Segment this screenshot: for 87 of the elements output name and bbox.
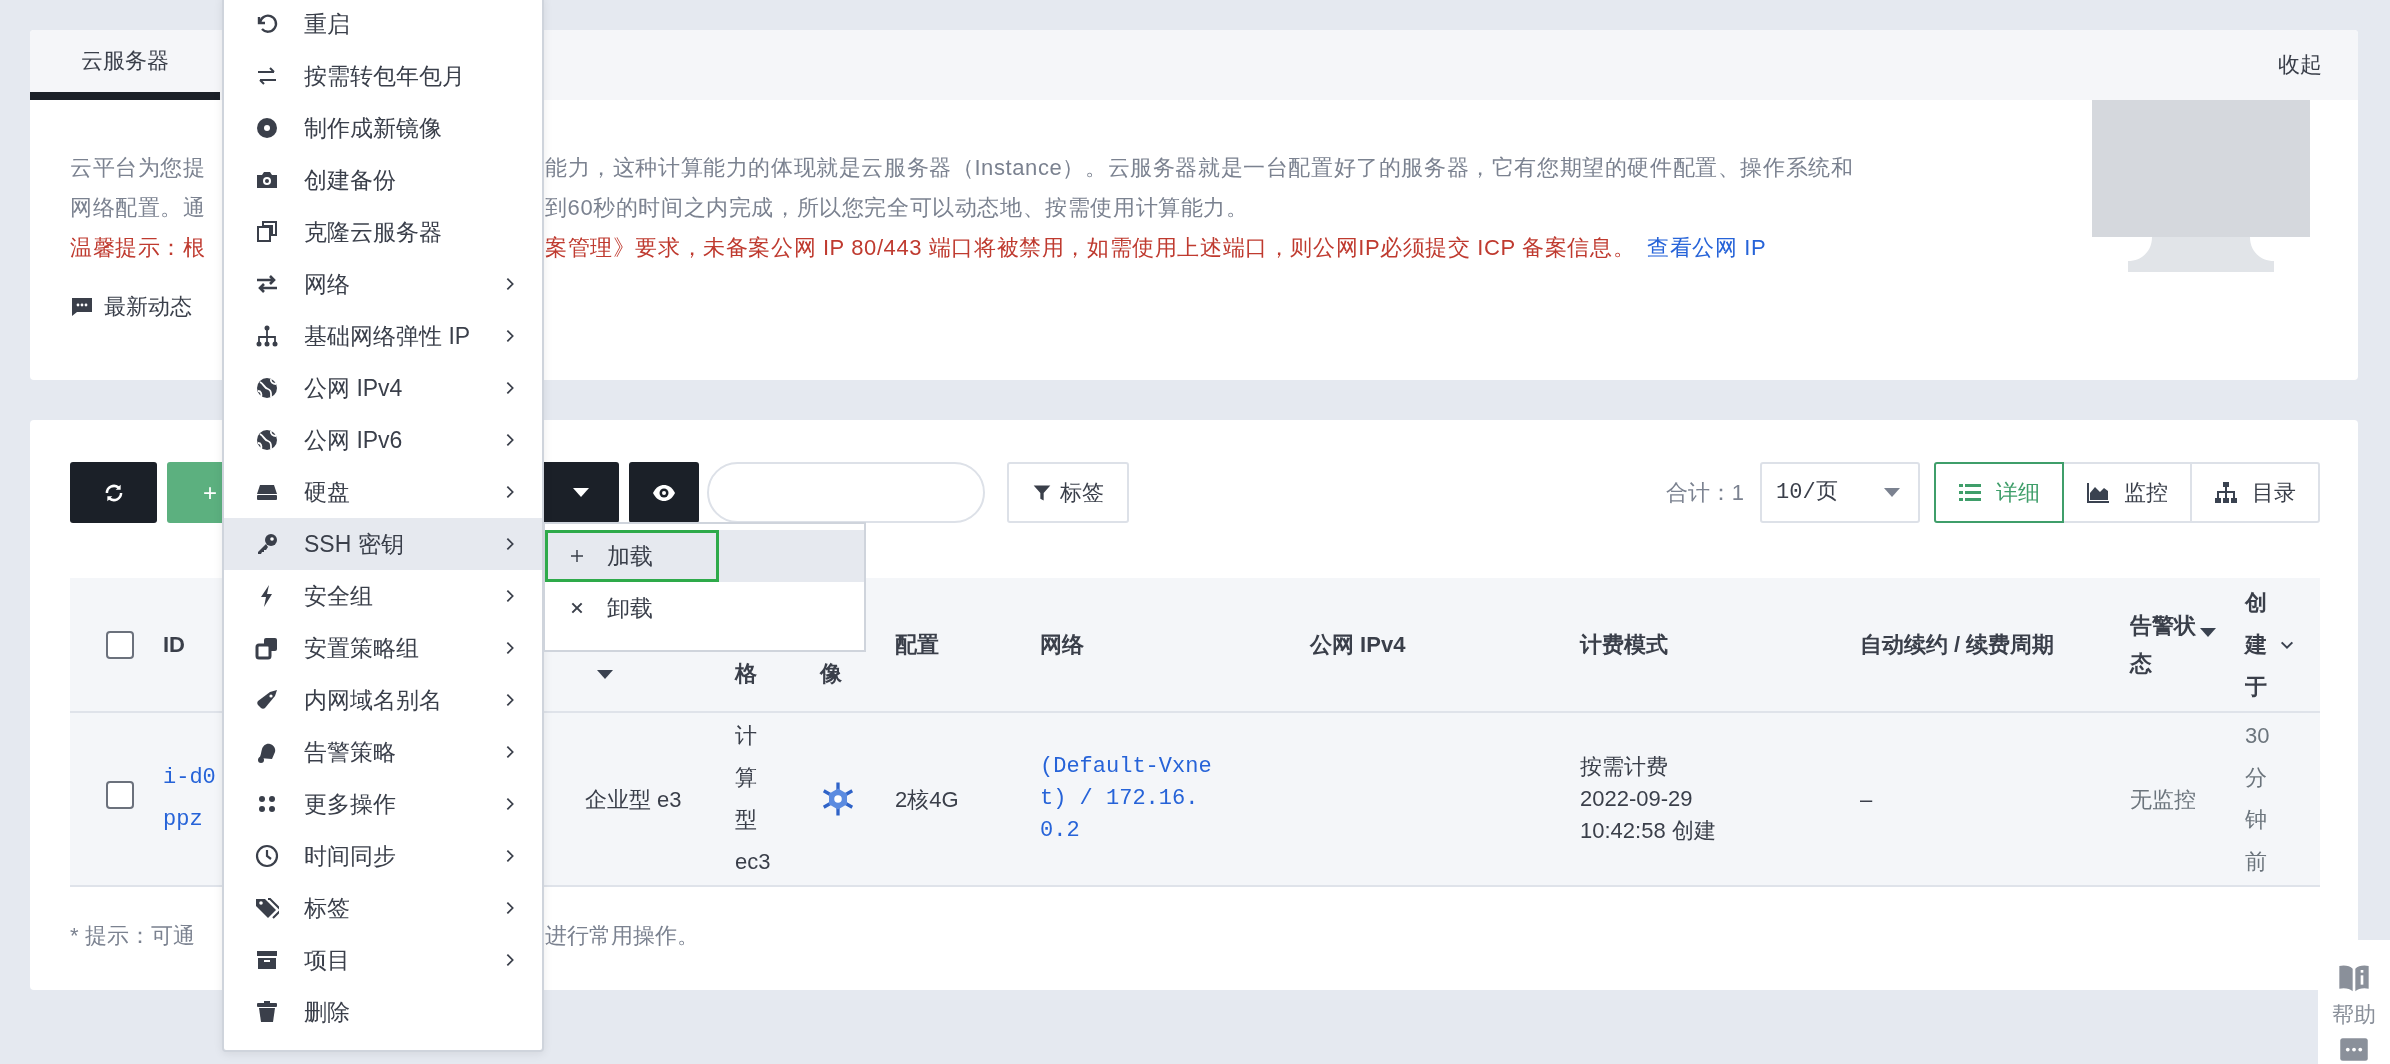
- caret-icon: [1884, 488, 1900, 497]
- copy-icon: [255, 220, 279, 244]
- menu-item[interactable]: 制作成新镜像: [224, 102, 542, 154]
- column-header: 格: [735, 660, 757, 688]
- refresh-icon: [255, 12, 279, 36]
- tag-filter-button[interactable]: 标签: [1007, 462, 1129, 523]
- table-cell-text: 2022-09-29 10:42:58 创建: [1580, 785, 1717, 845]
- column-header: 像: [820, 660, 842, 688]
- intro-text: 到60秒的时间之内完成，所以您完全可以动态地、按需使用计算能力。: [545, 195, 1249, 220]
- menu-item[interactable]: 按需转包年包月: [224, 50, 542, 102]
- column-header: 告警状态: [2130, 611, 2197, 678]
- menu-item[interactable]: 告警策略: [224, 726, 542, 778]
- chat-icon[interactable]: [2339, 1037, 2369, 1064]
- news-link[interactable]: 最新动态: [70, 290, 192, 323]
- menu-item[interactable]: 删除: [224, 986, 542, 1038]
- trash-icon: [255, 1000, 279, 1024]
- menu-item[interactable]: 创建备份: [224, 154, 542, 206]
- clock-icon: [255, 844, 279, 868]
- submenu-item[interactable]: 加载: [545, 530, 864, 582]
- key-icon: [255, 532, 279, 556]
- close-icon: [569, 600, 585, 616]
- table-cell: 2核4G: [895, 786, 959, 812]
- column-header: 公网 IPv4: [1310, 631, 1406, 659]
- table-cell: 企业型 e3: [585, 786, 682, 812]
- globe-icon: [255, 428, 279, 452]
- collapse-link[interactable]: 收起: [2278, 30, 2358, 100]
- hint-text: * 提示：可通: [70, 922, 196, 950]
- sort-caret-icon[interactable]: [597, 670, 613, 679]
- menu-item[interactable]: 公网 IPv4: [224, 362, 542, 414]
- archive-icon: [255, 948, 279, 972]
- tag-icon: [255, 688, 279, 712]
- column-header: 配置: [895, 631, 939, 659]
- warning-text: 案管理》要求，未备案公网 IP 80/443 端口将被禁用，如需使用上述端口，则公网IP必须提交 ICP 备案信息。: [545, 235, 1636, 260]
- menu-item[interactable]: 克隆云服务器: [224, 206, 542, 258]
- table-cell: –: [1860, 786, 1873, 812]
- intro-text: 网络配置。通: [70, 194, 207, 222]
- globe-icon: [255, 376, 279, 400]
- menu-item[interactable]: 网络: [224, 258, 542, 310]
- sitemap-icon: [255, 324, 279, 348]
- plus-icon: [569, 548, 585, 564]
- table-cell-text: 计算型ec3: [735, 722, 772, 876]
- menu-item[interactable]: 基础网络弹性 IP: [224, 310, 542, 362]
- menu-item[interactable]: 时间同步: [224, 830, 542, 882]
- menu-item[interactable]: 标签: [224, 882, 542, 934]
- table-cell-text: 按需计费: [1580, 753, 1669, 781]
- page-size-select[interactable]: 10/页: [1760, 462, 1920, 523]
- total-count: 合计：1: [1665, 479, 1744, 507]
- caret-icon: [573, 488, 589, 497]
- refresh-icon: [103, 482, 124, 503]
- row-checkbox[interactable]: [106, 780, 134, 809]
- menu-item[interactable]: SSH 密钥: [224, 518, 542, 570]
- eye-button[interactable]: [629, 462, 699, 523]
- table-cell-text: 30分钟前: [2245, 722, 2271, 876]
- book-icon: [2338, 962, 2370, 994]
- view-ip-link[interactable]: 查看公网 IP: [1647, 235, 1767, 260]
- disc-icon: [255, 116, 279, 140]
- tags-icon: [255, 896, 279, 920]
- column-header: 网络: [1040, 631, 1084, 659]
- menu-item[interactable]: 重启: [224, 0, 542, 50]
- menu-item[interactable]: 安全组: [224, 570, 542, 622]
- menu-item[interactable]: 公网 IPv6: [224, 414, 542, 466]
- sitemap-icon: [2214, 480, 2238, 505]
- view-tab[interactable]: 目录: [2190, 462, 2320, 523]
- column-header: 计费模式: [1580, 631, 1668, 659]
- copy-icon: [255, 636, 279, 660]
- column-header: 创建于: [2245, 588, 2267, 701]
- refresh-button[interactable]: [70, 462, 157, 523]
- dropdown-button[interactable]: [543, 462, 619, 523]
- hint-text: 进行常用操作。: [545, 922, 700, 950]
- menu-item[interactable]: 项目: [224, 934, 542, 986]
- select-all-checkbox[interactable]: [106, 630, 134, 659]
- snowflake-icon: [820, 781, 856, 818]
- warning-text: 温馨提示：根: [70, 234, 207, 262]
- column-header: 自动续约 / 续费周期: [1860, 631, 2055, 659]
- table-cell: 无监控: [2130, 786, 2196, 812]
- area-chart-icon: [2086, 480, 2110, 505]
- menu-item[interactable]: 更多操作: [224, 778, 542, 830]
- instance-id-link[interactable]: i-d0 ppz: [163, 757, 222, 841]
- column-header: ID: [163, 631, 185, 659]
- menu-item[interactable]: 硬盘: [224, 466, 542, 518]
- intro-text: 云平台为您提: [70, 154, 207, 182]
- menu-item[interactable]: 安置策略组: [224, 622, 542, 674]
- view-tab[interactable]: 监控: [2062, 462, 2192, 523]
- sort-caret-icon[interactable]: [2200, 627, 2217, 637]
- network-link[interactable]: (Default-Vxnet) / 172.16.0.2: [1040, 751, 1212, 847]
- menu-item[interactable]: 内网域名别名: [224, 674, 542, 726]
- intro-text: 能力，这种计算能力的体现就是云服务器（Instance）。云服务器就是一台配置好了的服务器，它有您期望的硬件配置、操作系统和: [545, 155, 1854, 180]
